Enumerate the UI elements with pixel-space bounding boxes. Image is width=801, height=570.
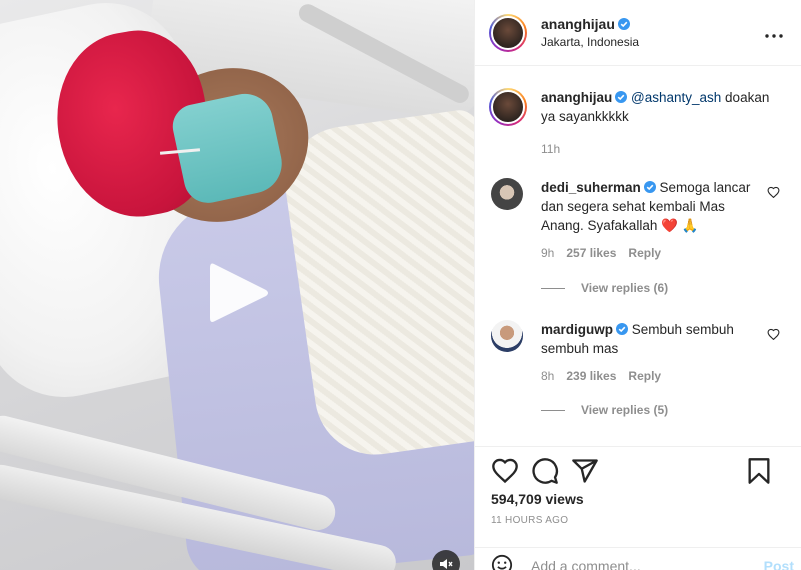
avatar[interactable]	[489, 13, 527, 52]
view-replies-button[interactable]: View replies (6)	[541, 281, 668, 295]
comment-icon[interactable]	[531, 457, 559, 485]
verified-badge-icon	[617, 18, 630, 30]
post-header: ananghijau Jakarta, Indonesia	[475, 0, 801, 66]
comment-username[interactable]: mardiguwp	[541, 322, 613, 337]
reply-button[interactable]: Reply	[628, 244, 661, 263]
comment-item: mardiguwp Sembuh sembuh sembuh mas 8h 23…	[491, 320, 786, 386]
heart-icon[interactable]	[767, 328, 780, 340]
divider	[541, 287, 565, 289]
view-count[interactable]: 594,709 views	[491, 491, 584, 507]
comment-item: dedi_suherman Semoga lancar dan segera s…	[491, 178, 786, 263]
share-icon[interactable]	[571, 457, 599, 485]
verified-badge-icon	[615, 91, 628, 103]
post-location[interactable]: Jakarta, Indonesia	[541, 35, 639, 49]
view-replies-label[interactable]: View replies (5)	[581, 403, 668, 417]
divider	[541, 409, 565, 411]
add-comment-bar: Post	[475, 547, 801, 570]
caption-timestamp[interactable]: 11h	[541, 142, 560, 156]
play-icon[interactable]	[206, 258, 272, 328]
avatar[interactable]	[491, 320, 523, 352]
view-replies-label[interactable]: View replies (6)	[581, 281, 668, 295]
comment-time[interactable]: 8h	[541, 367, 554, 386]
post-actions: 594,709 views 11 HOURS AGO Post	[475, 446, 801, 570]
reply-button[interactable]: Reply	[628, 367, 661, 386]
emoji-icon[interactable]	[491, 554, 513, 570]
comment-emoji: ❤️ 🙏	[661, 218, 699, 233]
video-media[interactable]	[0, 0, 474, 570]
view-replies-button[interactable]: View replies (5)	[541, 403, 668, 417]
post-caption: ananghijau @ashanty_ash doakan ya sayank…	[489, 88, 789, 126]
verified-badge-icon	[616, 323, 629, 335]
post-timestamp[interactable]: 11 HOURS AGO	[491, 515, 568, 526]
comment-likes[interactable]: 257 likes	[566, 244, 616, 263]
instagram-post: ananghijau Jakarta, Indonesia ananghijau…	[0, 0, 801, 570]
avatar[interactable]	[489, 88, 527, 126]
post-side-panel: ananghijau Jakarta, Indonesia ananghijau…	[474, 0, 801, 570]
comment-input[interactable]	[531, 558, 731, 570]
comments-section: ananghijau @ashanty_ash doakan ya sayank…	[475, 66, 801, 446]
action-icons	[489, 457, 789, 487]
caption-username[interactable]: ananghijau	[541, 90, 612, 105]
mute-icon[interactable]	[432, 550, 460, 570]
verified-badge-icon	[643, 181, 656, 193]
post-button[interactable]: Post	[764, 558, 794, 570]
post-author-username[interactable]: ananghijau	[541, 16, 615, 32]
bookmark-icon[interactable]	[745, 457, 773, 485]
heart-icon[interactable]	[491, 457, 519, 485]
comment-time[interactable]: 9h	[541, 244, 554, 263]
comment-likes[interactable]: 239 likes	[566, 367, 616, 386]
more-options-icon[interactable]	[764, 30, 784, 39]
heart-icon[interactable]	[767, 186, 780, 198]
avatar[interactable]	[491, 178, 523, 210]
caption-mention[interactable]: @ashanty_ash	[631, 90, 721, 105]
comment-username[interactable]: dedi_suherman	[541, 180, 641, 195]
